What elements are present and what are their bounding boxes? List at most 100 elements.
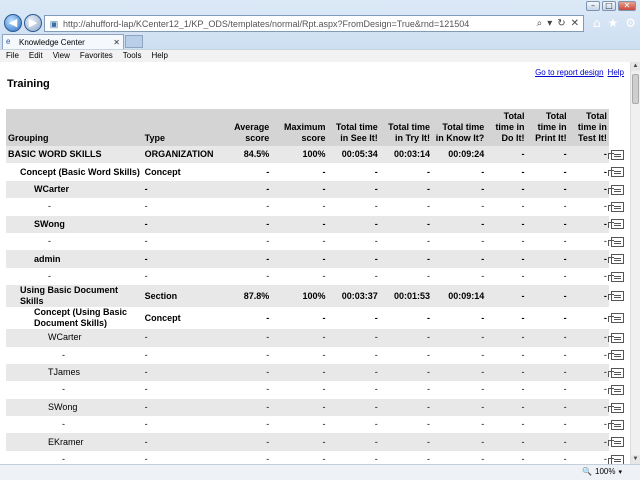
row-action-icon[interactable] bbox=[608, 437, 625, 448]
cell-do-it: - bbox=[486, 215, 527, 233]
scroll-thumb[interactable] bbox=[632, 74, 639, 104]
stop-icon[interactable]: ✕ bbox=[571, 18, 579, 29]
cell-do-it: - bbox=[486, 146, 527, 164]
cell-do-it: - bbox=[521, 349, 525, 360]
row-action-icon[interactable] bbox=[608, 367, 625, 378]
close-tab-icon[interactable]: ✕ bbox=[113, 38, 123, 47]
row-action-icon[interactable] bbox=[608, 219, 625, 230]
navigation-bar: ◀ ▶ ▣ http://ahufford-lap/KCenter12_1/KP… bbox=[0, 13, 640, 34]
menu-file[interactable]: File bbox=[6, 50, 19, 62]
row-action-icon[interactable] bbox=[608, 201, 625, 212]
table-row: WCarter - - - - - - - - - bbox=[6, 329, 627, 347]
cell-grouping: BASIC WORD SKILLS bbox=[6, 146, 143, 164]
browser-tools: ⌂ ★ ⚙ bbox=[593, 16, 636, 30]
col-header-type: Type bbox=[142, 109, 224, 146]
row-action-cell bbox=[608, 215, 627, 233]
new-tab-button[interactable] bbox=[125, 35, 143, 48]
home-icon[interactable]: ⌂ bbox=[593, 16, 601, 30]
row-action-icon[interactable] bbox=[608, 419, 625, 430]
cell-see-it: - bbox=[374, 419, 378, 430]
cell-print-it: - bbox=[563, 349, 567, 360]
cell-print-it: - bbox=[526, 363, 569, 382]
cell-do-it: - bbox=[521, 270, 525, 281]
row-action-icon[interactable] bbox=[608, 350, 625, 361]
chevron-down-icon[interactable]: ▾ bbox=[618, 468, 622, 476]
cell-print-it: - bbox=[526, 250, 569, 268]
cell-print-it: - bbox=[563, 454, 567, 464]
menu-edit[interactable]: Edit bbox=[29, 50, 43, 62]
window-controls: – □ ✕ bbox=[586, 1, 636, 11]
cell-type: - bbox=[142, 329, 224, 347]
address-url[interactable]: http://ahufford-lap/KCenter12_1/KP_ODS/t… bbox=[63, 19, 537, 29]
cell-see-it: - bbox=[374, 384, 378, 395]
row-action-icon[interactable] bbox=[608, 402, 625, 413]
cell-do-it: - bbox=[521, 384, 525, 395]
row-action-icon[interactable] bbox=[608, 167, 625, 178]
cell-try-it: - bbox=[379, 363, 433, 382]
table-body: BASIC WORD SKILLS ORGANIZATION 84.5% 100% 00… bbox=[6, 146, 627, 464]
maximize-button[interactable]: □ bbox=[602, 1, 616, 11]
cell-avg-score: - bbox=[266, 236, 270, 247]
row-action-icon[interactable] bbox=[608, 254, 625, 265]
scroll-down-icon[interactable]: ▼ bbox=[631, 455, 640, 464]
row-action-icon[interactable] bbox=[608, 271, 625, 282]
col-header-try-it: Total time in Try It! bbox=[379, 109, 433, 146]
cell-know-it: - bbox=[481, 201, 485, 212]
zoom-control[interactable]: 🔍 100% ▾ bbox=[582, 467, 622, 476]
page-icon: ▣ bbox=[49, 18, 59, 29]
row-action-cell bbox=[608, 416, 627, 434]
search-icon[interactable]: ⌕ bbox=[537, 18, 543, 29]
cell-try-it: - bbox=[379, 433, 433, 451]
menu-help[interactable]: Help bbox=[151, 50, 167, 62]
cell-avg-score: - bbox=[266, 419, 270, 430]
scroll-up-icon[interactable]: ▲ bbox=[631, 62, 640, 71]
cell-see-it: - bbox=[327, 363, 380, 382]
help-link[interactable]: Help bbox=[608, 68, 624, 77]
minimize-button[interactable]: – bbox=[586, 1, 600, 11]
cell-max-score: 100% bbox=[271, 146, 328, 164]
table-row: ---------- bbox=[6, 450, 627, 464]
tab-knowledge-center[interactable]: e Knowledge Center ✕ bbox=[2, 34, 124, 49]
row-action-icon[interactable] bbox=[608, 184, 625, 195]
cell-type: - bbox=[142, 250, 224, 268]
cell-do-it: - bbox=[521, 166, 525, 177]
menu-view[interactable]: View bbox=[53, 50, 70, 62]
tab-row: e Knowledge Center ✕ bbox=[0, 34, 640, 49]
address-bar[interactable]: ▣ http://ahufford-lap/KCenter12_1/KP_ODS… bbox=[44, 15, 584, 32]
row-action-icon[interactable] bbox=[608, 454, 625, 464]
back-button[interactable]: ◀ bbox=[4, 14, 22, 32]
cell-do-it: - bbox=[521, 454, 525, 464]
address-bar-icons: ⌕ ▾ ↻ ✕ bbox=[537, 18, 583, 29]
row-action-icon[interactable] bbox=[608, 149, 625, 160]
vertical-scrollbar[interactable]: ▲ ▼ bbox=[630, 62, 640, 464]
cell-know-it: - bbox=[481, 419, 485, 430]
cell-type: - bbox=[142, 363, 224, 382]
row-action-icon[interactable] bbox=[608, 313, 625, 324]
refresh-icon[interactable]: ↻ bbox=[557, 18, 565, 29]
favorites-star-icon[interactable]: ★ bbox=[607, 16, 618, 30]
table-row: ---------- bbox=[6, 416, 627, 434]
cell-grouping: - bbox=[62, 454, 65, 464]
row-action-icon[interactable] bbox=[608, 236, 625, 247]
row-action-icon[interactable] bbox=[608, 385, 625, 396]
cell-try-it: - bbox=[379, 215, 433, 233]
cell-know-it: - bbox=[432, 215, 487, 233]
close-window-button[interactable]: ✕ bbox=[618, 1, 636, 11]
cell-max-score: - bbox=[271, 180, 328, 199]
cell-see-it: - bbox=[327, 250, 380, 268]
row-action-icon[interactable] bbox=[608, 332, 625, 343]
cell-grouping: EKramer bbox=[6, 433, 143, 451]
menu-tools[interactable]: Tools bbox=[123, 50, 142, 62]
menu-favorites[interactable]: Favorites bbox=[80, 50, 113, 62]
cell-avg-score: - bbox=[266, 166, 270, 177]
gear-icon[interactable]: ⚙ bbox=[625, 16, 636, 30]
compat-icon[interactable]: ▾ bbox=[547, 18, 552, 29]
cell-try-it: - bbox=[427, 166, 431, 177]
row-action-icon[interactable] bbox=[608, 291, 625, 302]
go-to-report-design-link[interactable]: Go to report design bbox=[535, 68, 603, 77]
cell-try-it: - bbox=[427, 454, 431, 464]
table-row: TJames - - - - - - - - - bbox=[6, 363, 627, 382]
cell-type: - bbox=[144, 236, 148, 247]
forward-button[interactable]: ▶ bbox=[24, 14, 42, 32]
cell-type: - bbox=[144, 201, 148, 212]
